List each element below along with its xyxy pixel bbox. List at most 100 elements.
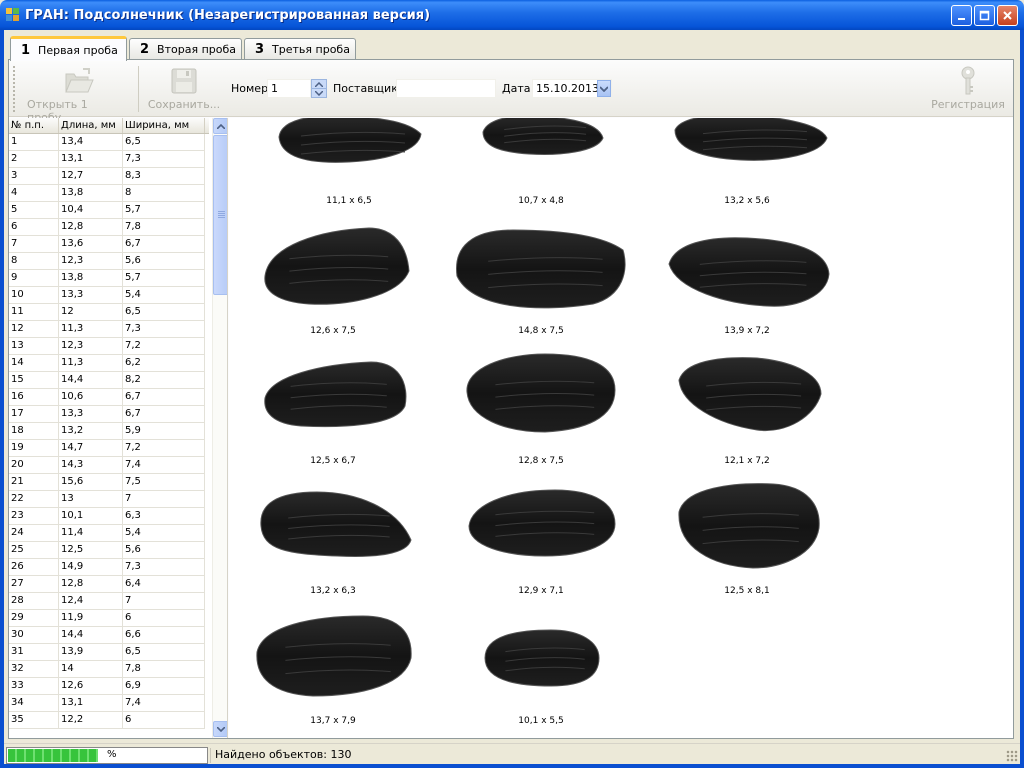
table-cell: 7,5 xyxy=(123,474,205,490)
table-row[interactable]: 1 13,4 6,5 xyxy=(9,134,205,151)
table-row[interactable]: 7 13,6 6,7 xyxy=(9,236,205,253)
table-row[interactable]: 18 13,2 5,9 xyxy=(9,423,205,440)
table-row[interactable]: 13 12,3 7,2 xyxy=(9,338,205,355)
title-bar[interactable]: ГРАН: Подсолнечник (Незарегистрированная… xyxy=(0,0,1024,30)
seed-size-caption: 12,8 x 7,5 xyxy=(518,456,564,466)
progress-percent: % xyxy=(107,749,117,760)
table-row[interactable]: 8 12,3 5,6 xyxy=(9,253,205,270)
date-dropdown-button[interactable] xyxy=(597,80,611,97)
table-row[interactable]: 33 12,6 6,9 xyxy=(9,678,205,695)
maximize-button[interactable] xyxy=(974,5,995,26)
table-row[interactable]: 20 14,3 7,4 xyxy=(9,457,205,474)
table-row[interactable]: 19 14,7 7,2 xyxy=(9,440,205,457)
table-row[interactable]: 4 13,8 8 xyxy=(9,185,205,202)
seed-image[interactable] xyxy=(481,626,603,690)
seed-silhouette-icon xyxy=(668,237,830,307)
table-row[interactable]: 15 14,4 8,2 xyxy=(9,372,205,389)
minimize-button[interactable] xyxy=(951,5,972,26)
table-cell: 9 xyxy=(9,270,59,286)
table-cell: 12,7 xyxy=(59,168,123,184)
tab-sample-2[interactable]: 2 Вторая проба xyxy=(129,38,242,60)
grid-scrollbar[interactable] xyxy=(212,118,227,738)
supplier-input[interactable] xyxy=(396,79,496,98)
table-row[interactable]: 23 10,1 6,3 xyxy=(9,508,205,525)
column-header-index[interactable]: № п.п. xyxy=(9,118,59,133)
seed-image[interactable] xyxy=(259,226,411,308)
close-button[interactable] xyxy=(997,5,1018,26)
table-row[interactable]: 22 13 7 xyxy=(9,491,205,508)
seed-image[interactable] xyxy=(479,118,605,156)
toolbar-grip[interactable] xyxy=(13,66,15,112)
tab-sample-3[interactable]: 3 Третья проба xyxy=(244,38,356,60)
table-row[interactable]: 26 14,9 7,3 xyxy=(9,559,205,576)
table-row[interactable]: 27 12,8 6,4 xyxy=(9,576,205,593)
table-row[interactable]: 34 13,1 7,4 xyxy=(9,695,205,712)
table-row[interactable]: 12 11,3 7,3 xyxy=(9,321,205,338)
table-row[interactable]: 32 14 7,8 xyxy=(9,661,205,678)
seed-image[interactable] xyxy=(677,354,823,434)
register-button[interactable]: Регистрация xyxy=(931,64,1005,111)
column-header-width[interactable]: Ширина, мм xyxy=(123,118,205,133)
toolbar-separator xyxy=(138,66,139,112)
seed-image[interactable] xyxy=(673,482,821,570)
resize-grip[interactable] xyxy=(1006,750,1018,762)
open-sample-button[interactable]: Открыть 1 пробу... xyxy=(27,64,131,124)
table-row[interactable]: 17 13,3 6,7 xyxy=(9,406,205,423)
seed-image[interactable] xyxy=(465,486,617,558)
table-row[interactable]: 16 10,6 6,7 xyxy=(9,389,205,406)
table-cell: 7,4 xyxy=(123,457,205,473)
save-button[interactable]: Сохранить... xyxy=(148,64,220,111)
table-cell: 14 xyxy=(9,355,59,371)
seed-size-caption: 12,5 x 6,7 xyxy=(310,456,356,466)
table-cell: 10 xyxy=(9,287,59,303)
scroll-down-button[interactable] xyxy=(213,721,227,737)
table-row[interactable]: 35 12,2 6 xyxy=(9,712,205,729)
table-cell: 30 xyxy=(9,627,59,643)
table-row[interactable]: 14 11,3 6,2 xyxy=(9,355,205,372)
table-row[interactable]: 10 13,3 5,4 xyxy=(9,287,205,304)
table-row[interactable]: 3 12,7 8,3 xyxy=(9,168,205,185)
seed-image[interactable] xyxy=(269,118,429,172)
seed-image[interactable] xyxy=(257,490,413,560)
table-row[interactable]: 6 12,8 7,8 xyxy=(9,219,205,236)
seed-image[interactable] xyxy=(253,612,415,700)
table-cell: 12,4 xyxy=(59,593,123,609)
seed-image[interactable] xyxy=(671,118,831,166)
table-cell: 31 xyxy=(9,644,59,660)
table-row[interactable]: 28 12,4 7 xyxy=(9,593,205,610)
table-row[interactable]: 30 14,4 6,6 xyxy=(9,627,205,644)
scroll-up-button[interactable] xyxy=(213,118,227,134)
table-row[interactable]: 21 15,6 7,5 xyxy=(9,474,205,491)
number-input[interactable]: 1 xyxy=(267,79,311,98)
chevron-down-icon xyxy=(217,726,225,732)
tab-label: Первая проба xyxy=(38,43,118,57)
number-spinner[interactable] xyxy=(311,79,327,98)
seed-image[interactable] xyxy=(261,356,409,432)
seed-size-caption: 13,7 x 7,9 xyxy=(310,716,356,726)
table-cell: 18 xyxy=(9,423,59,439)
table-cell: 25 xyxy=(9,542,59,558)
seed-image[interactable] xyxy=(453,226,629,314)
tab-sample-1[interactable]: 1 Первая проба xyxy=(10,36,127,61)
seed-image[interactable] xyxy=(465,352,617,434)
column-header-length[interactable]: Длина, мм xyxy=(59,118,123,133)
measurements-grid[interactable]: № п.п. Длина, мм Ширина, мм 1 13,4 6,5 2 13,… xyxy=(9,118,228,738)
table-row[interactable]: 29 11,9 6 xyxy=(9,610,205,627)
seed-size-caption: 11,1 x 6,5 xyxy=(326,196,372,206)
table-row[interactable]: 11 12 6,5 xyxy=(9,304,205,321)
table-row[interactable]: 24 11,4 5,4 xyxy=(9,525,205,542)
seed-silhouette-icon xyxy=(456,229,626,309)
table-row[interactable]: 2 13,1 7,3 xyxy=(9,151,205,168)
spin-up-button[interactable] xyxy=(312,80,326,89)
scroll-thumb[interactable] xyxy=(213,135,227,295)
table-row[interactable]: 9 13,8 5,7 xyxy=(9,270,205,287)
table-row[interactable]: 31 13,9 6,5 xyxy=(9,644,205,661)
seed-image[interactable] xyxy=(667,234,831,310)
seed-images-panel[interactable]: 11,1 x 6,5 10,7 x 4,8 13,2 x 5,6 12,6 x 7,5… xyxy=(229,118,1013,738)
register-label: Регистрация xyxy=(931,98,1005,111)
seed-size-caption: 12,9 x 7,1 xyxy=(518,586,564,596)
table-row[interactable]: 5 10,4 5,7 xyxy=(9,202,205,219)
spin-down-button[interactable] xyxy=(312,89,326,98)
table-cell: 13,8 xyxy=(59,270,123,286)
table-row[interactable]: 25 12,5 5,6 xyxy=(9,542,205,559)
